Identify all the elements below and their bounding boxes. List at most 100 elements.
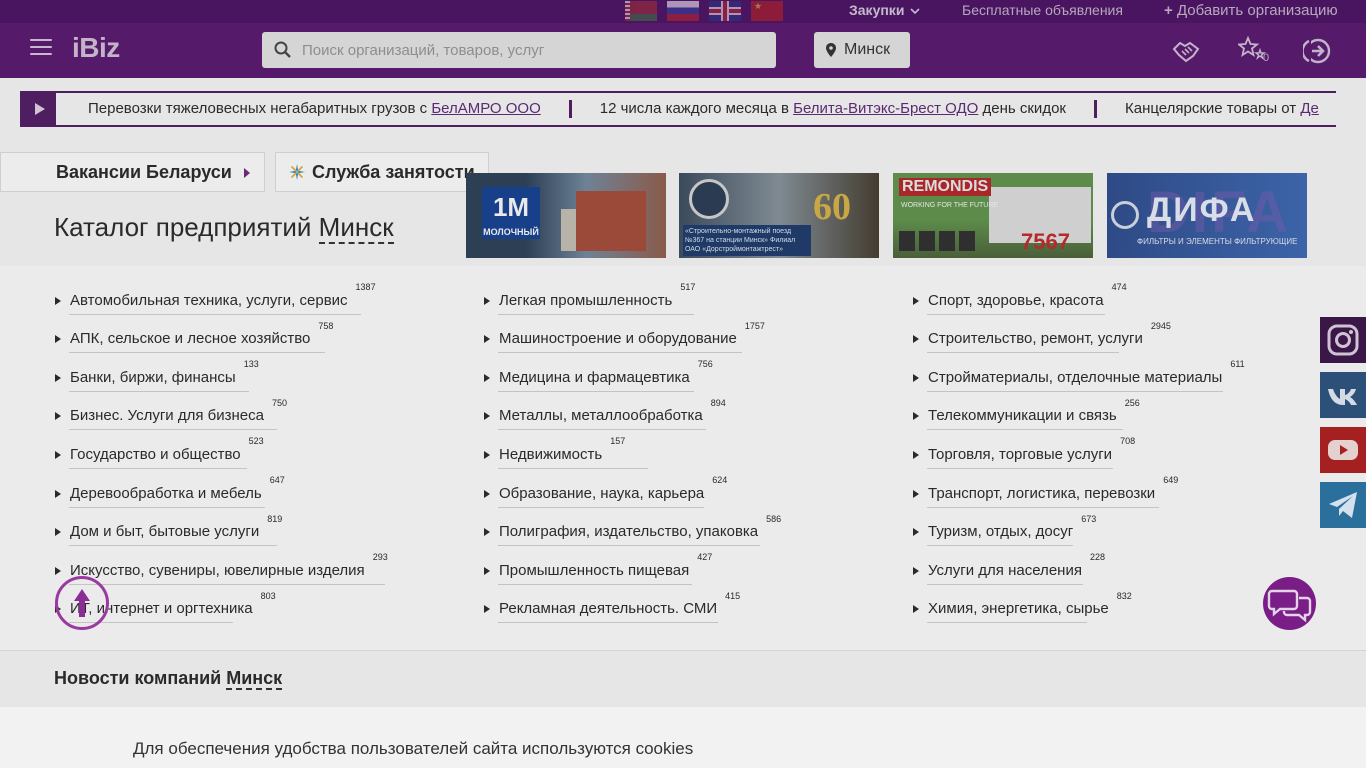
free-ads-link[interactable]: Бесплатные объявления (962, 2, 1123, 18)
ticker-link[interactable]: Белита-Витэкс-Брест ОДО (793, 100, 978, 117)
catalog-category-label[interactable]: АПК, сельское и лесное хозяйство (70, 330, 310, 347)
catalog-category-label[interactable]: Полиграфия, издательство, упаковка (499, 523, 758, 540)
catalog-category-label[interactable]: Строительство, ремонт, услуги (928, 330, 1143, 347)
catalog-category-count: 523 (248, 436, 264, 447)
chat-button[interactable] (1263, 577, 1316, 630)
catalog-category-item[interactable]: Транспорт, логистика, перевозки 649 (913, 469, 1245, 508)
catalog-category-count: 758 (318, 320, 334, 331)
scroll-to-top-button[interactable] (55, 576, 109, 630)
ticker-item: 12 числа каждого месяца в Белита-Витэкс-… (599, 100, 1066, 117)
catalog-category-label[interactable]: Химия, энергетика, сырье (928, 600, 1109, 617)
catalog-category-item[interactable]: Автомобильная техника, услуги, сервис 138… (55, 276, 388, 315)
catalog-category-label[interactable]: Спорт, здоровье, красота (928, 292, 1104, 309)
catalog-category-label[interactable]: Образование, наука, карьера (499, 485, 704, 502)
tab-vacancies[interactable]: Вакансии Беларуси (0, 152, 265, 192)
search-icon[interactable] (274, 41, 291, 58)
catalog-category-item[interactable]: Полиграфия, издательство, упаковка 586 (484, 508, 781, 547)
catalog-category-label[interactable]: Недвижимость (499, 446, 602, 463)
triangle-bullet-icon (484, 605, 490, 614)
catalog-category-item[interactable]: Строительство, ремонт, услуги 2945 (913, 315, 1245, 354)
catalog-category-item[interactable]: Промышленность пищевая 427 (484, 546, 781, 585)
triangle-bullet-icon (913, 450, 919, 459)
cn-flag-icon[interactable] (751, 1, 783, 21)
ticker-play-icon[interactable] (22, 93, 56, 125)
banner-remondis[interactable]: REMONDIS WORKING FOR THE FUTURE 7567 (893, 173, 1093, 258)
add-organization-label: Добавить организацию (1176, 2, 1338, 19)
catalog-category-item[interactable]: Стройматериалы, отделочные материалы 611 (913, 353, 1245, 392)
catalog-category-label[interactable]: Машиностроение и оборудование (499, 330, 737, 347)
triangle-bullet-icon (484, 528, 490, 537)
site-logo[interactable]: iBiz (72, 32, 120, 64)
catalog-category-label[interactable]: Деревообработка и мебель (70, 485, 262, 502)
catalog-category-item[interactable]: Рекламная деятельность. СМИ 415 (484, 585, 781, 624)
catalog-category-item[interactable]: Торговля, торговые услуги 708 (913, 430, 1245, 469)
catalog-category-label[interactable]: Искусство, сувениры, ювелирные изделия (70, 562, 365, 579)
login-icon[interactable] (1303, 36, 1333, 66)
catalog-category-item[interactable]: Машиностроение и оборудование 1757 (484, 315, 781, 354)
catalog-category-count: 673 (1081, 513, 1097, 524)
by-flag-icon[interactable] (625, 1, 657, 21)
vk-button[interactable] (1320, 372, 1366, 418)
catalog-category-label[interactable]: Медицина и фармацевтика (499, 369, 690, 386)
catalog-category-item[interactable]: Бизнес. Услуги для бизнеса 750 (55, 392, 388, 431)
catalog-category-item[interactable]: Легкая промышленность 517 (484, 276, 781, 315)
chat-bubbles-icon (1267, 589, 1312, 623)
catalog-category-item[interactable]: АПК, сельское и лесное хозяйство 758 (55, 315, 388, 354)
catalog-category-item[interactable]: Государство и общество 523 (55, 430, 388, 469)
ticker-link[interactable]: БелАМРО ООО (431, 100, 540, 117)
triangle-bullet-icon (55, 489, 61, 498)
instagram-button[interactable] (1320, 317, 1366, 363)
banner-1m-molochny[interactable]: 1M МОЛОЧНЫЙ (466, 173, 666, 258)
menu-burger-icon[interactable] (30, 39, 52, 57)
purchases-menu[interactable]: Закупки (849, 2, 920, 18)
catalog-category-label[interactable]: Промышленность пищевая (499, 562, 689, 579)
catalog-category-count: 157 (610, 436, 626, 447)
banner-difa[interactable]: DIFA ДИФА ФИЛЬТРЫ И ЭЛЕМЕНТЫ ФИЛЬТРУЮЩИЕ (1107, 173, 1307, 258)
add-organization-link[interactable]: + Добавить организацию (1164, 2, 1338, 19)
gb-flag-icon[interactable] (709, 1, 741, 21)
catalog-category-label[interactable]: Торговля, торговые услуги (928, 446, 1112, 463)
triangle-bullet-icon (55, 528, 61, 537)
catalog-category-label[interactable]: Банки, биржи, финансы (70, 369, 236, 386)
catalog-category-item[interactable]: Металлы, металлообработка 894 (484, 392, 781, 431)
banner-difa-title: ДИФА (1147, 191, 1257, 229)
catalog-category-item[interactable]: Спорт, здоровье, красота 474 (913, 276, 1245, 315)
catalog-category-label[interactable]: Легкая промышленность (499, 292, 672, 309)
chevron-right-icon (244, 168, 250, 178)
ticker-link[interactable]: Де (1300, 100, 1319, 117)
catalog-category-label[interactable]: Государство и общество (70, 446, 241, 463)
city-selector-button[interactable]: Минск (814, 32, 910, 68)
handshake-icon[interactable] (1171, 36, 1201, 66)
telegram-button[interactable] (1320, 482, 1366, 528)
catalog-category-label[interactable]: Автомобильная техника, услуги, сервис (70, 292, 348, 309)
catalog-category-label[interactable]: Металлы, металлообработка (499, 407, 703, 424)
catalog-category-item[interactable]: Деревообработка и мебель 647 (55, 469, 388, 508)
catalog-category-label[interactable]: Стройматериалы, отделочные материалы (928, 369, 1222, 386)
catalog-category-item[interactable]: Услуги для населения 228 (913, 546, 1245, 585)
catalog-category-item[interactable]: Образование, наука, карьера 624 (484, 469, 781, 508)
search-input[interactable] (302, 32, 762, 68)
youtube-button[interactable] (1320, 427, 1366, 473)
catalog-category-label[interactable]: Бизнес. Услуги для бизнеса (70, 407, 264, 424)
catalog-category-item[interactable]: Недвижимость 157 (484, 430, 781, 469)
cookie-notice: Для обеспечения удобства пользователей с… (0, 707, 1366, 768)
catalog-category-label[interactable]: Телекоммуникации и связь (928, 407, 1117, 424)
catalog-city-link[interactable]: Минск (318, 212, 394, 244)
catalog-category-label[interactable]: Туризм, отдых, досуг (928, 523, 1073, 540)
catalog-category-item[interactable]: Банки, биржи, финансы 133 (55, 353, 388, 392)
catalog-category-item[interactable]: Дом и быт, бытовые услуги 819 (55, 508, 388, 547)
banner-smp-367[interactable]: «Строительно-монтажный поезд №367 на ста… (679, 173, 879, 258)
catalog-category-count: 228 (1089, 552, 1105, 563)
catalog-category-item[interactable]: Телекоммуникации и связь 256 (913, 392, 1245, 431)
news-city-link[interactable]: Минск (226, 668, 283, 690)
catalog-category-item[interactable]: Медицина и фармацевтика 756 (484, 353, 781, 392)
banner-remondis-number: 7567 (1021, 229, 1070, 254)
catalog-category-item[interactable]: Химия, энергетика, сырье 832 (913, 585, 1245, 624)
catalog-category-label[interactable]: Рекламная деятельность. СМИ (499, 600, 717, 617)
catalog-category-label[interactable]: Дом и быт, бытовые услуги (70, 523, 259, 540)
catalog-category-label[interactable]: Транспорт, логистика, перевозки (928, 485, 1155, 502)
catalog-category-label[interactable]: Услуги для населения (928, 562, 1082, 579)
catalog-category-item[interactable]: Туризм, отдых, досуг 673 (913, 508, 1245, 547)
tab-employment[interactable]: Служба занятости (275, 152, 489, 192)
ru-flag-icon[interactable] (667, 1, 699, 21)
